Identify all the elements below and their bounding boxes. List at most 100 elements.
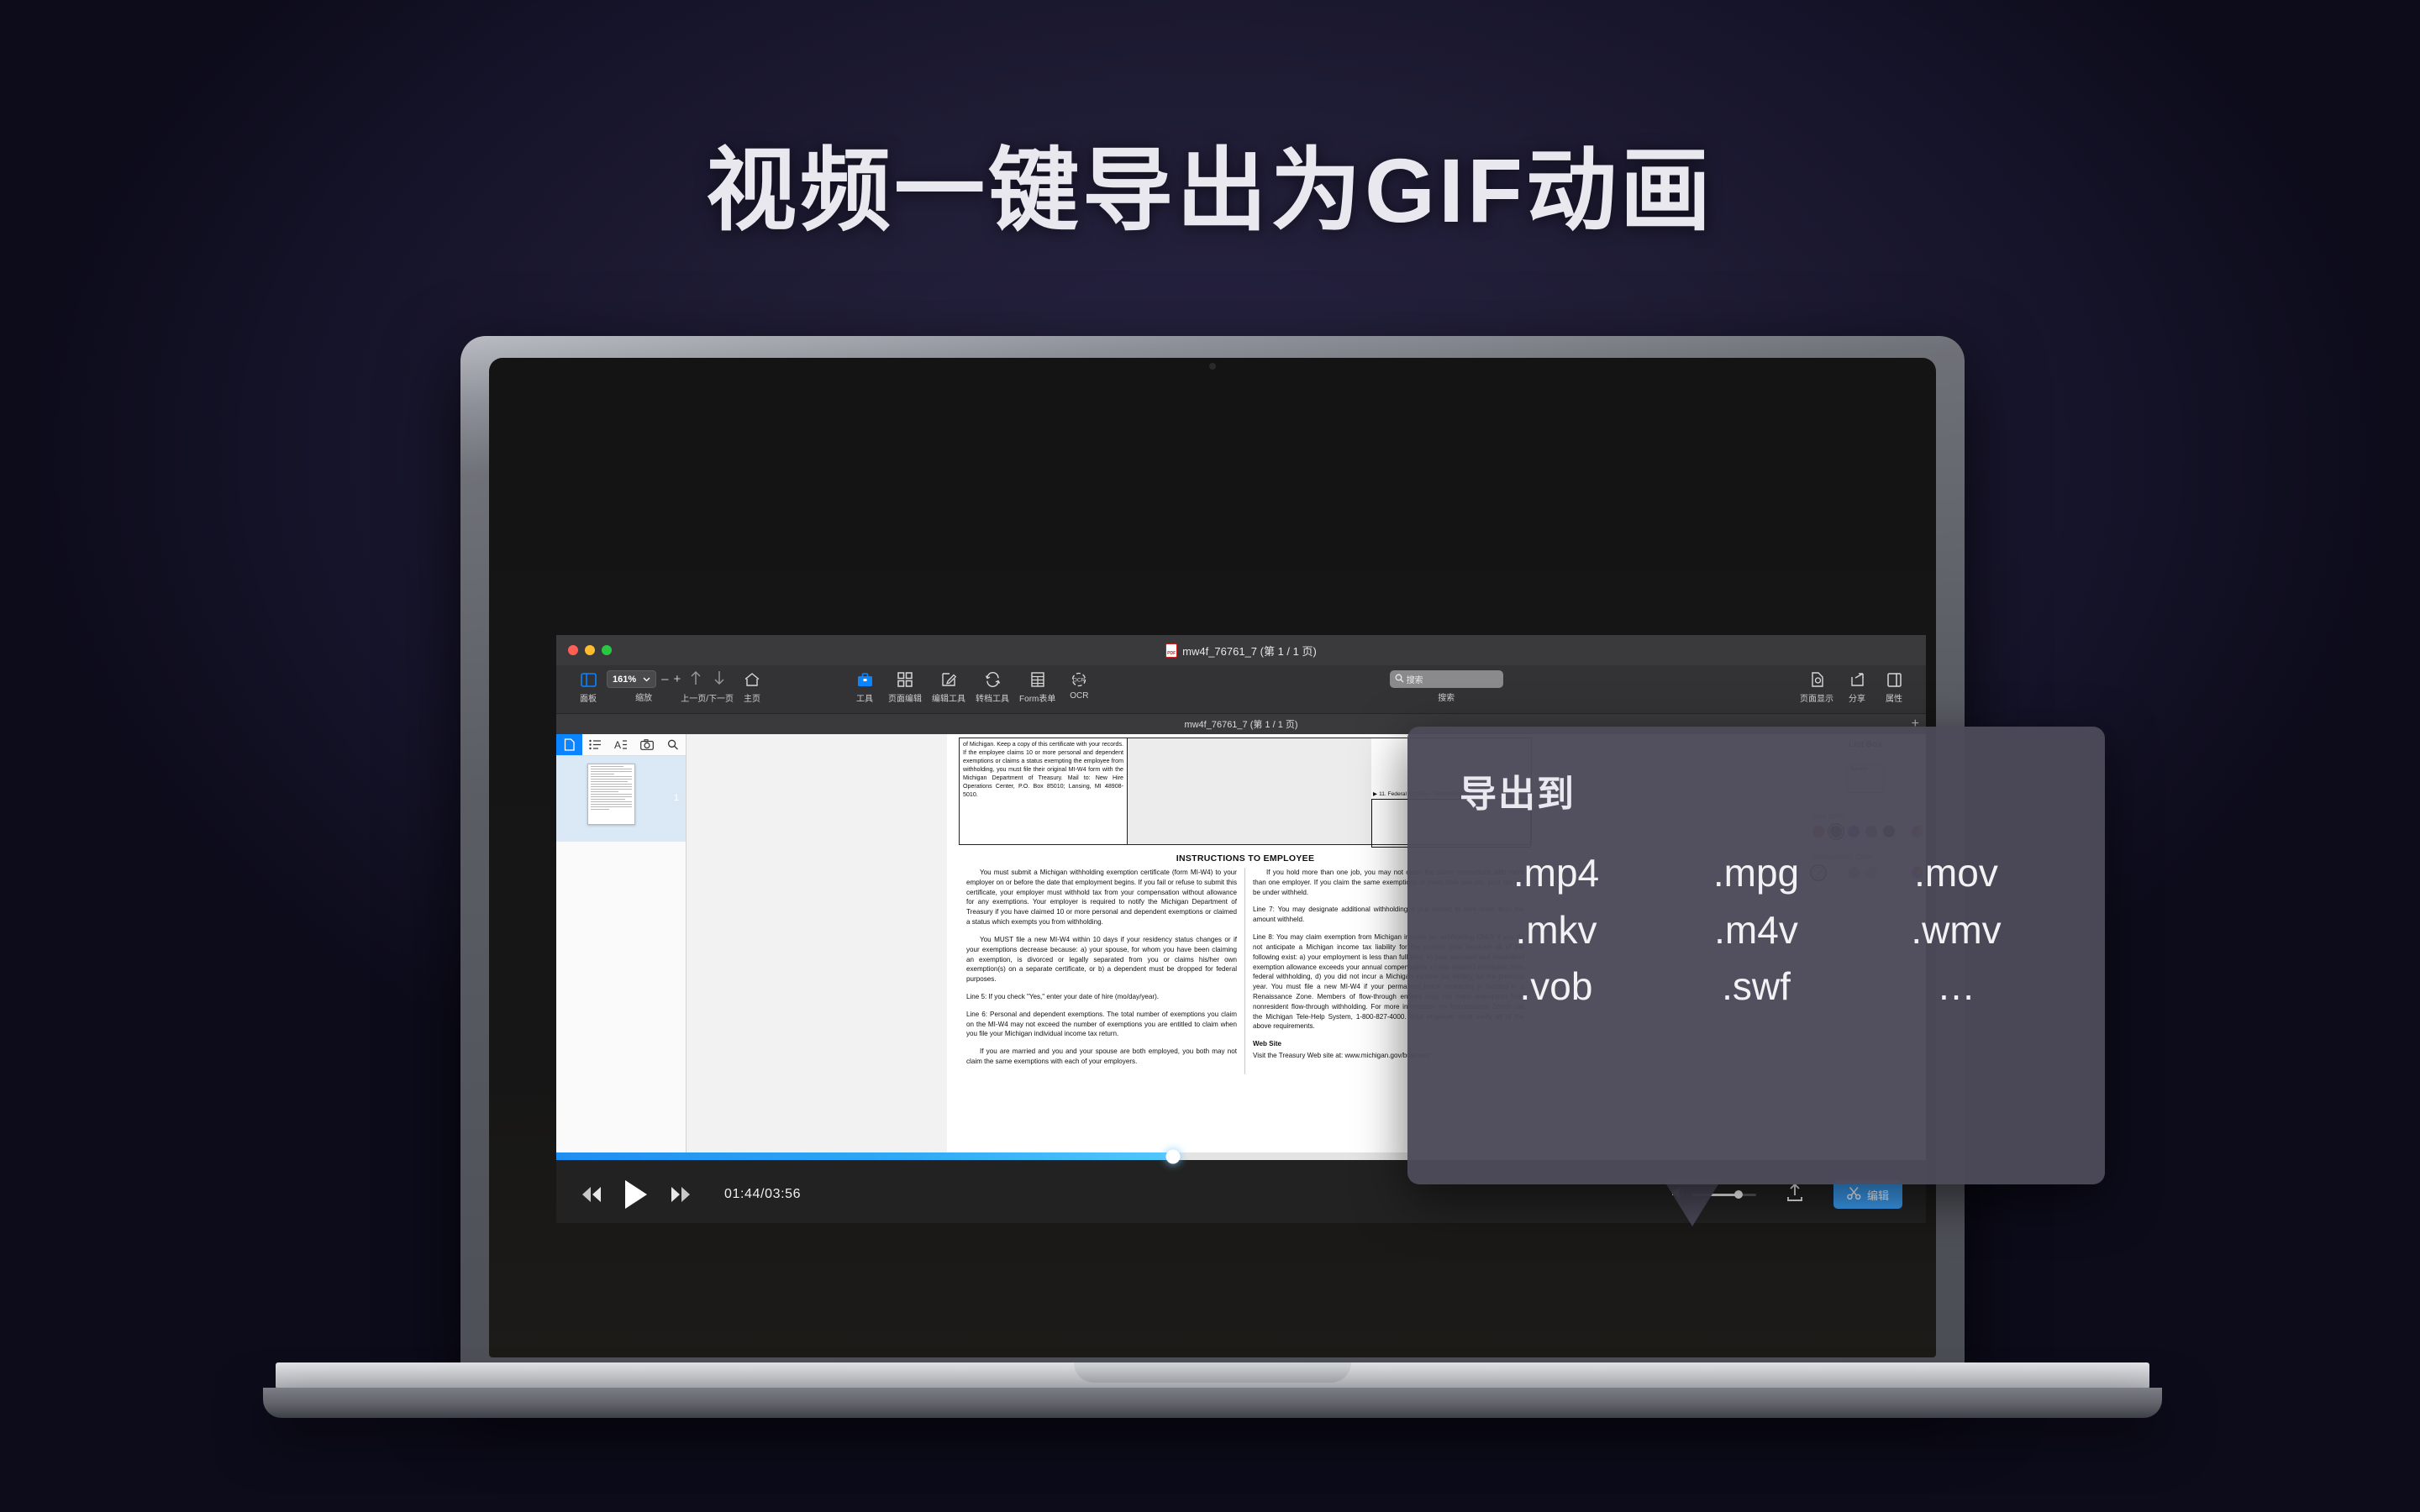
toolbar-properties-button[interactable]: 属性	[1876, 669, 1912, 704]
thumbnail-sidebar: A 1	[556, 734, 687, 1152]
toolbar-tools-label: 工具	[856, 695, 874, 704]
format-option-wmv[interactable]: .wmv	[1856, 905, 2056, 957]
edit-button-label: 编辑	[1866, 1189, 1889, 1202]
sidebar-tab-search[interactable]	[660, 734, 686, 755]
fast-forward-icon[interactable]	[667, 1184, 692, 1205]
sidebar-panel-icon	[580, 670, 597, 689]
form-instruction-text: of Michigan. Keep a copy of this certifi…	[963, 741, 1123, 799]
paragraph: You MUST file a new MI-W4 within 10 days…	[966, 935, 1237, 984]
format-option-mkv[interactable]: .mkv	[1456, 905, 1656, 957]
search-placeholder-text: 搜索	[1406, 676, 1423, 685]
page-title: 视频一键导出为GIF动画	[706, 139, 1714, 241]
toolbar-home-label: 主页	[744, 695, 761, 704]
toolbar-page-nav: 上一页/下一页	[681, 669, 734, 704]
svg-text:A: A	[614, 739, 621, 750]
toolbar-search-group: 搜索 搜索	[1389, 669, 1503, 703]
paragraph: If you are married and you and your spou…	[966, 1047, 1237, 1065]
sidebar-tab-outline[interactable]	[582, 734, 608, 755]
toolbar-search-label: 搜索	[1438, 694, 1455, 703]
paragraph: Line 6: Personal and dependent exemption…	[966, 1010, 1237, 1038]
svg-text:OCR: OCR	[1073, 678, 1086, 684]
toolbar-tools-button[interactable]: 工具	[846, 669, 883, 704]
close-icon[interactable]	[568, 645, 578, 655]
export-format-grid: .mp4 .mpg .mov .mkv .m4v .wmv .vob .swf …	[1407, 817, 2105, 1013]
toolbar-edit-tools-button[interactable]: 编辑工具	[927, 669, 971, 704]
export-popup-title: 导出到	[1460, 774, 1576, 815]
zoom-select[interactable]: 161%	[607, 670, 657, 688]
format-option-mpg[interactable]: .mpg	[1656, 848, 1856, 900]
toolbar-form-button[interactable]: Form表单	[1014, 669, 1060, 704]
prev-page-icon[interactable]	[690, 670, 702, 690]
rewind-icon[interactable]	[580, 1184, 605, 1205]
playback-time: 01:44/03:56	[724, 1187, 802, 1201]
form-blank-area	[1128, 738, 1371, 844]
page-display-icon	[1810, 670, 1824, 689]
pencil-square-icon	[941, 670, 957, 689]
share-icon	[1850, 670, 1865, 689]
toolbar-page-edit-label: 页面编辑	[888, 695, 923, 704]
minimize-icon[interactable]	[585, 645, 595, 655]
format-option-vob[interactable]: .vob	[1456, 961, 1656, 1013]
window-titlebar: mw4f_76761_7 (第 1 / 1 页)	[556, 635, 1926, 665]
app-toolbar: 面板 161% – + 缩放 上一页/下一页 主页 工具 页面编辑 编辑工具 转…	[556, 665, 1926, 714]
triangle-marker-icon: ▶	[1373, 791, 1378, 797]
format-option-mov[interactable]: .mov	[1856, 848, 2056, 900]
export-upload-icon[interactable]	[1785, 1182, 1805, 1208]
toolbar-properties-label: 属性	[1886, 695, 1902, 704]
laptop-base-bottom	[263, 1388, 2162, 1418]
form-instruction-box: of Michigan. Keep a copy of this certifi…	[960, 738, 1128, 844]
thumbnail-list[interactable]: 1	[556, 756, 686, 842]
playback-controls: 01:44/03:56	[580, 1179, 801, 1210]
toolbar-home-button[interactable]: 主页	[734, 669, 771, 704]
window-title: mw4f_76761_7 (第 1 / 1 页)	[1165, 643, 1317, 659]
paragraph: Line 5: If you check "Yes," enter your d…	[966, 992, 1160, 1000]
zoom-in-button[interactable]: +	[673, 673, 681, 685]
toolbar-share-button[interactable]: 分享	[1839, 669, 1876, 704]
format-option-more[interactable]: …	[1856, 961, 2056, 1013]
toolbar-page-display-label: 页面显示	[1800, 695, 1833, 704]
progress-handle[interactable]	[1165, 1149, 1180, 1163]
form-table-icon	[1031, 670, 1044, 689]
instructions-left-column: You must submit a Michigan withholding e…	[959, 868, 1245, 1074]
convert-arrows-icon	[985, 670, 1001, 689]
popup-pointer-arrow	[1664, 1180, 1721, 1226]
next-page-icon[interactable]	[713, 670, 725, 690]
toolbox-icon	[857, 670, 873, 689]
toolbar-ocr-button[interactable]: OCR OCR	[1060, 669, 1097, 701]
volume-handle[interactable]	[1733, 1190, 1743, 1199]
format-option-m4v[interactable]: .m4v	[1656, 905, 1856, 957]
toolbar-form-label: Form表单	[1019, 695, 1056, 704]
toolbar-page-edit-button[interactable]: 页面编辑	[883, 669, 927, 704]
properties-panel-icon	[1886, 670, 1902, 689]
toolbar-convert-tools-button[interactable]: 转档工具	[971, 669, 1014, 704]
grid-icon	[897, 670, 913, 689]
nav-arrows	[690, 670, 725, 689]
toolbar-zoom-group: 161% – + 缩放	[607, 669, 681, 703]
format-option-swf[interactable]: .swf	[1656, 961, 1856, 1013]
document-tab[interactable]: mw4f_76761_7 (第 1 / 1 页)	[1184, 717, 1297, 731]
export-format-popup: 导出到 .mp4 .mpg .mov .mkv .m4v .wmv .vob .…	[1407, 727, 2105, 1184]
paragraph: You must submit a Michigan withholding e…	[966, 869, 1237, 927]
format-option-mp4[interactable]: .mp4	[1456, 848, 1656, 900]
zoom-out-button[interactable]: –	[661, 673, 668, 685]
ocr-icon: OCR	[1071, 670, 1087, 689]
sidebar-tab-snapshot[interactable]	[634, 734, 660, 755]
window-controls[interactable]	[568, 645, 612, 655]
scissors-icon	[1847, 1186, 1861, 1203]
sidebar-tab-pages[interactable]	[556, 734, 582, 755]
toolbar-page-display-button[interactable]: 页面显示	[1795, 669, 1839, 704]
play-icon[interactable]	[622, 1179, 650, 1210]
thumbnail-page-1[interactable]	[587, 764, 635, 825]
toolbar-nav-label: 上一页/下一页	[681, 695, 734, 704]
progress-fill	[556, 1152, 1173, 1160]
search-input[interactable]: 搜索	[1389, 670, 1503, 688]
sidebar-tabs: A	[556, 734, 686, 756]
edit-button[interactable]: 编辑	[1833, 1180, 1902, 1209]
search-icon	[1395, 674, 1404, 685]
toolbar-convert-tools-label: 转档工具	[976, 695, 1010, 704]
zoom-value: 161%	[613, 674, 637, 685]
toolbar-panel-button[interactable]: 面板	[570, 669, 607, 704]
sidebar-tab-annotations[interactable]: A	[608, 734, 634, 755]
home-icon	[744, 670, 760, 689]
maximize-icon[interactable]	[602, 645, 612, 655]
